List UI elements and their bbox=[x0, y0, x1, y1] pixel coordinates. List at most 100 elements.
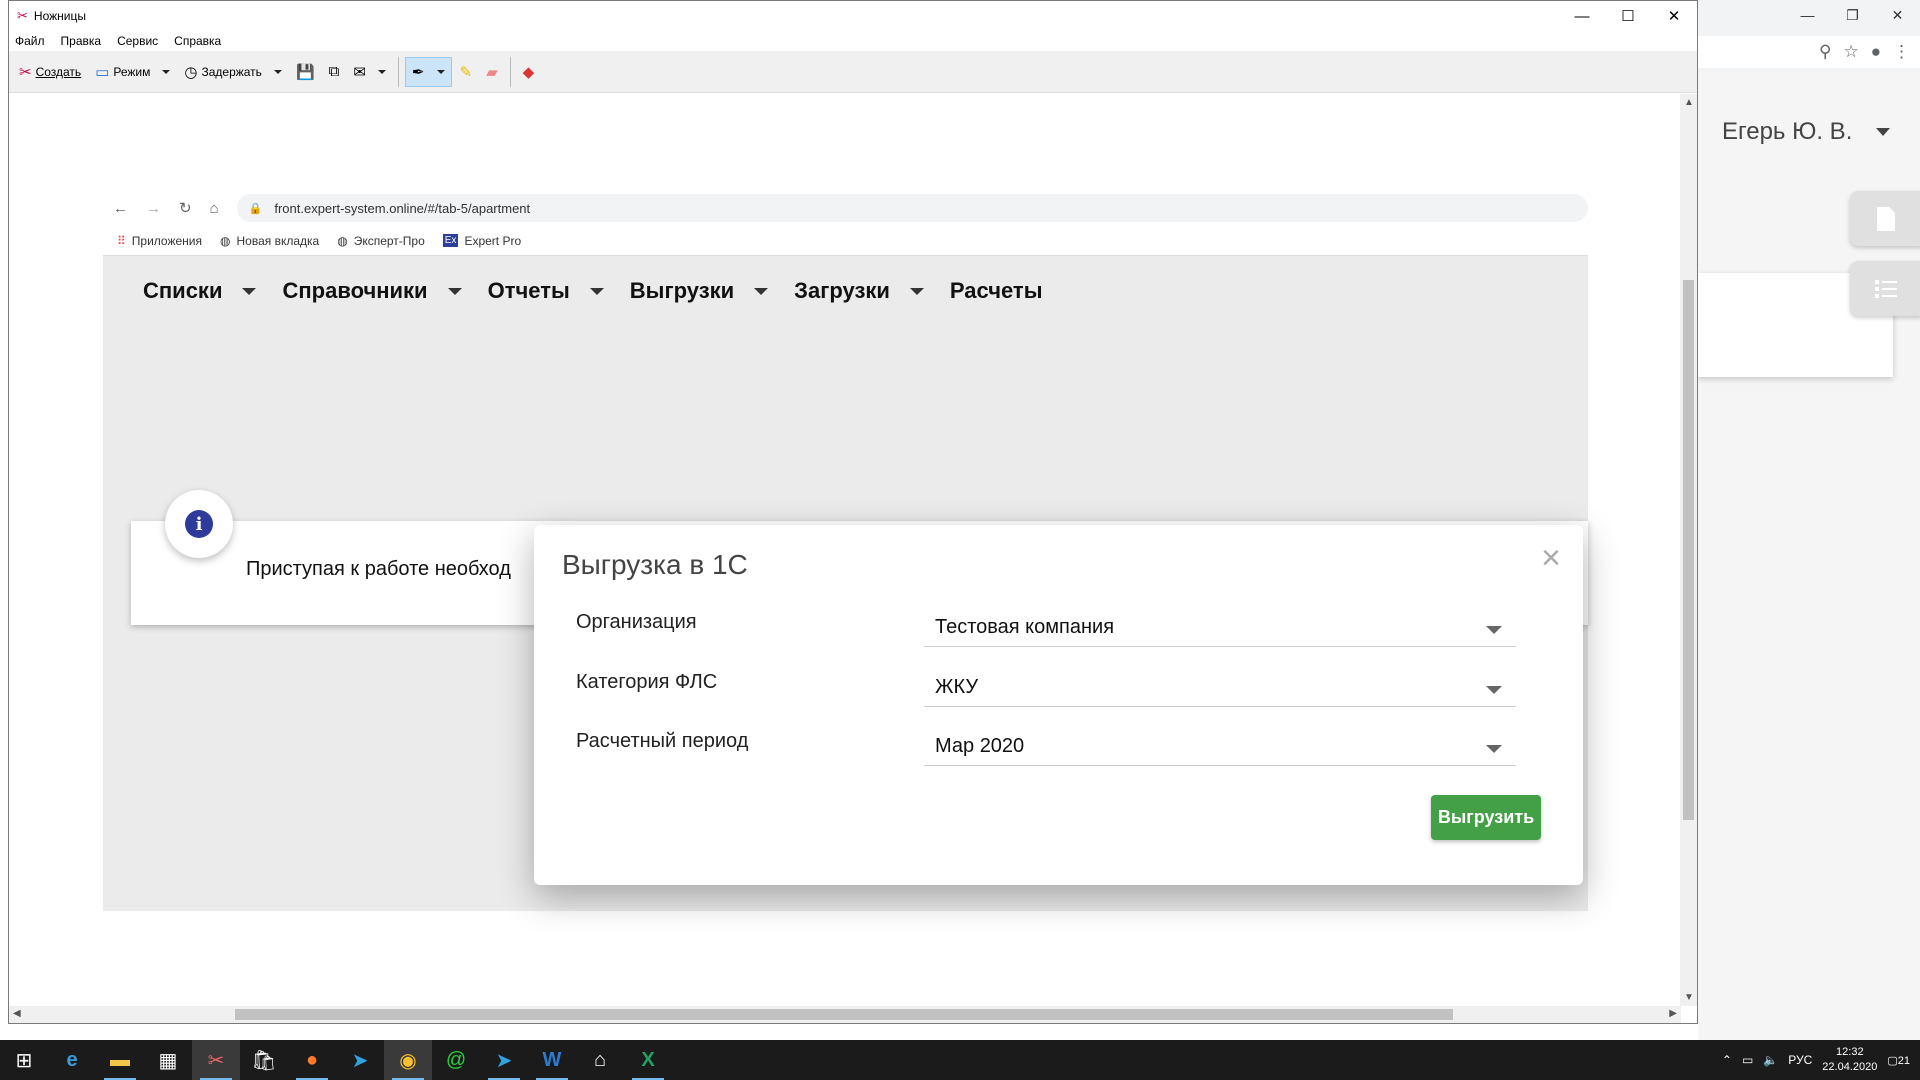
chevron-down-icon bbox=[242, 287, 257, 295]
captured-url-field: 🔒 front.expert-system.online/#/tab-5/apa… bbox=[236, 194, 1588, 222]
create-button[interactable]: ✂ Создать bbox=[13, 57, 87, 87]
bg-titlebar: — ❐ ✕ bbox=[1698, 0, 1920, 30]
back-icon: ← bbox=[113, 199, 128, 217]
close-button[interactable]: ✕ bbox=[1651, 1, 1697, 31]
period-value: Мар 2020 bbox=[935, 735, 1025, 757]
captured-address-bar: ← → ↻ ⌂ 🔒 front.expert-system.online/#/t… bbox=[103, 190, 1588, 226]
network-icon[interactable]: ▭ bbox=[1742, 1053, 1753, 1067]
mode-button[interactable]: ▭ Режим bbox=[89, 57, 176, 87]
eraser-icon: ▰ bbox=[486, 63, 498, 81]
document-icon[interactable] bbox=[1850, 191, 1920, 246]
chat-app-icon[interactable]: @ bbox=[432, 1040, 480, 1080]
menu-edit[interactable]: Правка bbox=[61, 34, 102, 48]
minimize-button[interactable]: — bbox=[1559, 1, 1605, 31]
bookmark-label: Эксперт-Про bbox=[353, 233, 425, 248]
checklist-icon[interactable] bbox=[1850, 261, 1920, 316]
minimize-icon[interactable]: — bbox=[1785, 0, 1830, 30]
snipping-tool-icon[interactable]: ✂ bbox=[192, 1040, 240, 1080]
nav-calculations: Расчеты bbox=[950, 278, 1043, 304]
tray-chevron-up-icon[interactable]: ⌃ bbox=[1722, 1053, 1732, 1067]
close-icon[interactable]: ✕ bbox=[1875, 0, 1920, 30]
more-icon[interactable]: ⋮ bbox=[1893, 42, 1910, 62]
nav-lists: Списки bbox=[143, 278, 257, 304]
send-icon: ✉ bbox=[353, 63, 366, 81]
scroll-up-icon[interactable]: ▲ bbox=[1684, 97, 1694, 108]
paint3d-button[interactable]: ◆ bbox=[517, 57, 541, 87]
highlighter-button[interactable]: ✎ bbox=[454, 57, 479, 87]
home-icon: ⌂ bbox=[209, 199, 219, 217]
dropdown-arrow-icon bbox=[162, 69, 171, 74]
menu-file[interactable]: Файл bbox=[15, 34, 45, 48]
period-row: Расчетный период Мар 2020 bbox=[576, 724, 1536, 772]
user-menu[interactable]: Егерь Ю. В. bbox=[1722, 118, 1891, 146]
captured-bookmarks-bar: ⠿ Приложения ◍ Новая вкладка ◍ Эксперт-П… bbox=[103, 226, 1588, 256]
scroll-thumb[interactable] bbox=[235, 1009, 1453, 1020]
scroll-left-icon[interactable]: ◀ bbox=[13, 1008, 21, 1019]
new-snip-icon: ✂ bbox=[19, 63, 32, 81]
bookmark-new-tab: ◍ Новая вкладка bbox=[220, 234, 319, 248]
clock-time: 12:32 bbox=[1836, 1046, 1864, 1058]
ex-logo-icon: Ex bbox=[442, 234, 459, 247]
bg-address-bar: ⚲ ☆ ● ⋮ bbox=[1698, 36, 1920, 68]
close-icon: × bbox=[1541, 539, 1561, 577]
file-explorer-icon[interactable]: ▬ bbox=[96, 1040, 144, 1080]
restore-icon[interactable]: ❐ bbox=[1830, 0, 1875, 30]
chevron-down-icon bbox=[1486, 686, 1502, 694]
export-dialog: Выгрузка в 1С × Организация Тестовая ком… bbox=[534, 525, 1583, 885]
bookmark-expert-pro: Ex Expert Pro bbox=[442, 234, 521, 248]
chevron-down-icon bbox=[909, 287, 924, 295]
maximize-button[interactable]: ☐ bbox=[1605, 1, 1651, 31]
zoom-icon[interactable]: ⚲ bbox=[1819, 42, 1831, 62]
start-windows-icon[interactable]: ⊞ bbox=[0, 1040, 48, 1080]
eraser-button[interactable]: ▰ bbox=[480, 57, 504, 87]
star-icon[interactable]: ☆ bbox=[1843, 42, 1858, 62]
menu-help[interactable]: Справка bbox=[174, 34, 221, 48]
scroll-thumb[interactable] bbox=[1683, 280, 1694, 820]
profile-icon[interactable]: ● bbox=[1871, 42, 1881, 62]
vertical-scrollbar[interactable]: ▲ ▼ bbox=[1680, 94, 1697, 1006]
send-button[interactable]: ✉ bbox=[347, 57, 392, 87]
paint3d-icon: ◆ bbox=[522, 63, 535, 81]
pen-button[interactable]: ✒ bbox=[404, 56, 452, 87]
save-icon: 💾 bbox=[295, 63, 315, 81]
scissors-icon: ✂ bbox=[17, 8, 28, 23]
snipping-tool-window: ✂ Ножницы — ☐ ✕ Файл Правка Сервис Справ… bbox=[8, 0, 1698, 1024]
chevron-down-icon bbox=[1486, 626, 1502, 634]
volume-icon[interactable]: 🔈 bbox=[1763, 1053, 1778, 1067]
nav-label: Выгрузки bbox=[629, 278, 735, 303]
edge-icon[interactable]: e bbox=[48, 1040, 96, 1080]
snip-canvas: ← → ↻ ⌂ 🔒 front.expert-system.online/#/t… bbox=[9, 94, 1681, 1006]
scroll-right-icon[interactable]: ▶ bbox=[1669, 1008, 1677, 1019]
bookmark-expert-pro-ru: ◍ Эксперт-Про bbox=[337, 234, 425, 248]
chevron-down-icon bbox=[1486, 745, 1502, 753]
nav-label: Списки bbox=[143, 278, 223, 303]
export-button: Выгрузить bbox=[1431, 795, 1541, 840]
firefox-icon[interactable]: ● bbox=[288, 1040, 336, 1080]
scroll-down-icon[interactable]: ▼ bbox=[1684, 992, 1694, 1003]
chrome-icon[interactable]: ◉ bbox=[384, 1040, 432, 1080]
save-button[interactable]: 💾 bbox=[290, 57, 321, 87]
delay-button[interactable]: ◷ Задержать bbox=[178, 57, 288, 87]
language-indicator[interactable]: РУС bbox=[1788, 1053, 1812, 1067]
word-icon[interactable]: W bbox=[528, 1040, 576, 1080]
reload-icon: ↻ bbox=[179, 200, 192, 217]
menu-tools[interactable]: Сервис bbox=[117, 34, 158, 48]
apps-grid-icon: ⠿ bbox=[117, 233, 126, 248]
category-value: ЖКУ bbox=[935, 676, 979, 698]
nav-references: Справочники bbox=[282, 278, 462, 304]
store-icon[interactable]: 🛍 bbox=[240, 1040, 288, 1080]
telegram-icon[interactable]: ➤ bbox=[480, 1040, 528, 1080]
forward-icon: → bbox=[146, 199, 161, 217]
notification-center-icon[interactable]: ▢21 bbox=[1887, 1054, 1910, 1067]
chevron-down-icon bbox=[589, 287, 604, 295]
telegram-icon[interactable]: ➤ bbox=[336, 1040, 384, 1080]
calculator-icon[interactable]: ▦ bbox=[144, 1040, 192, 1080]
excel-icon[interactable]: X bbox=[624, 1040, 672, 1080]
copy-button[interactable]: ⧉ bbox=[323, 57, 346, 87]
nav-label: Справочники bbox=[282, 278, 428, 303]
home-app-icon[interactable]: ⌂ bbox=[576, 1040, 624, 1080]
nav-reports: Отчеты bbox=[488, 278, 604, 304]
globe-icon: ◍ bbox=[220, 233, 231, 248]
clock[interactable]: 12:32 22.04.2020 bbox=[1822, 1045, 1877, 1075]
horizontal-scrollbar[interactable]: ◀ ▶ bbox=[9, 1006, 1681, 1023]
